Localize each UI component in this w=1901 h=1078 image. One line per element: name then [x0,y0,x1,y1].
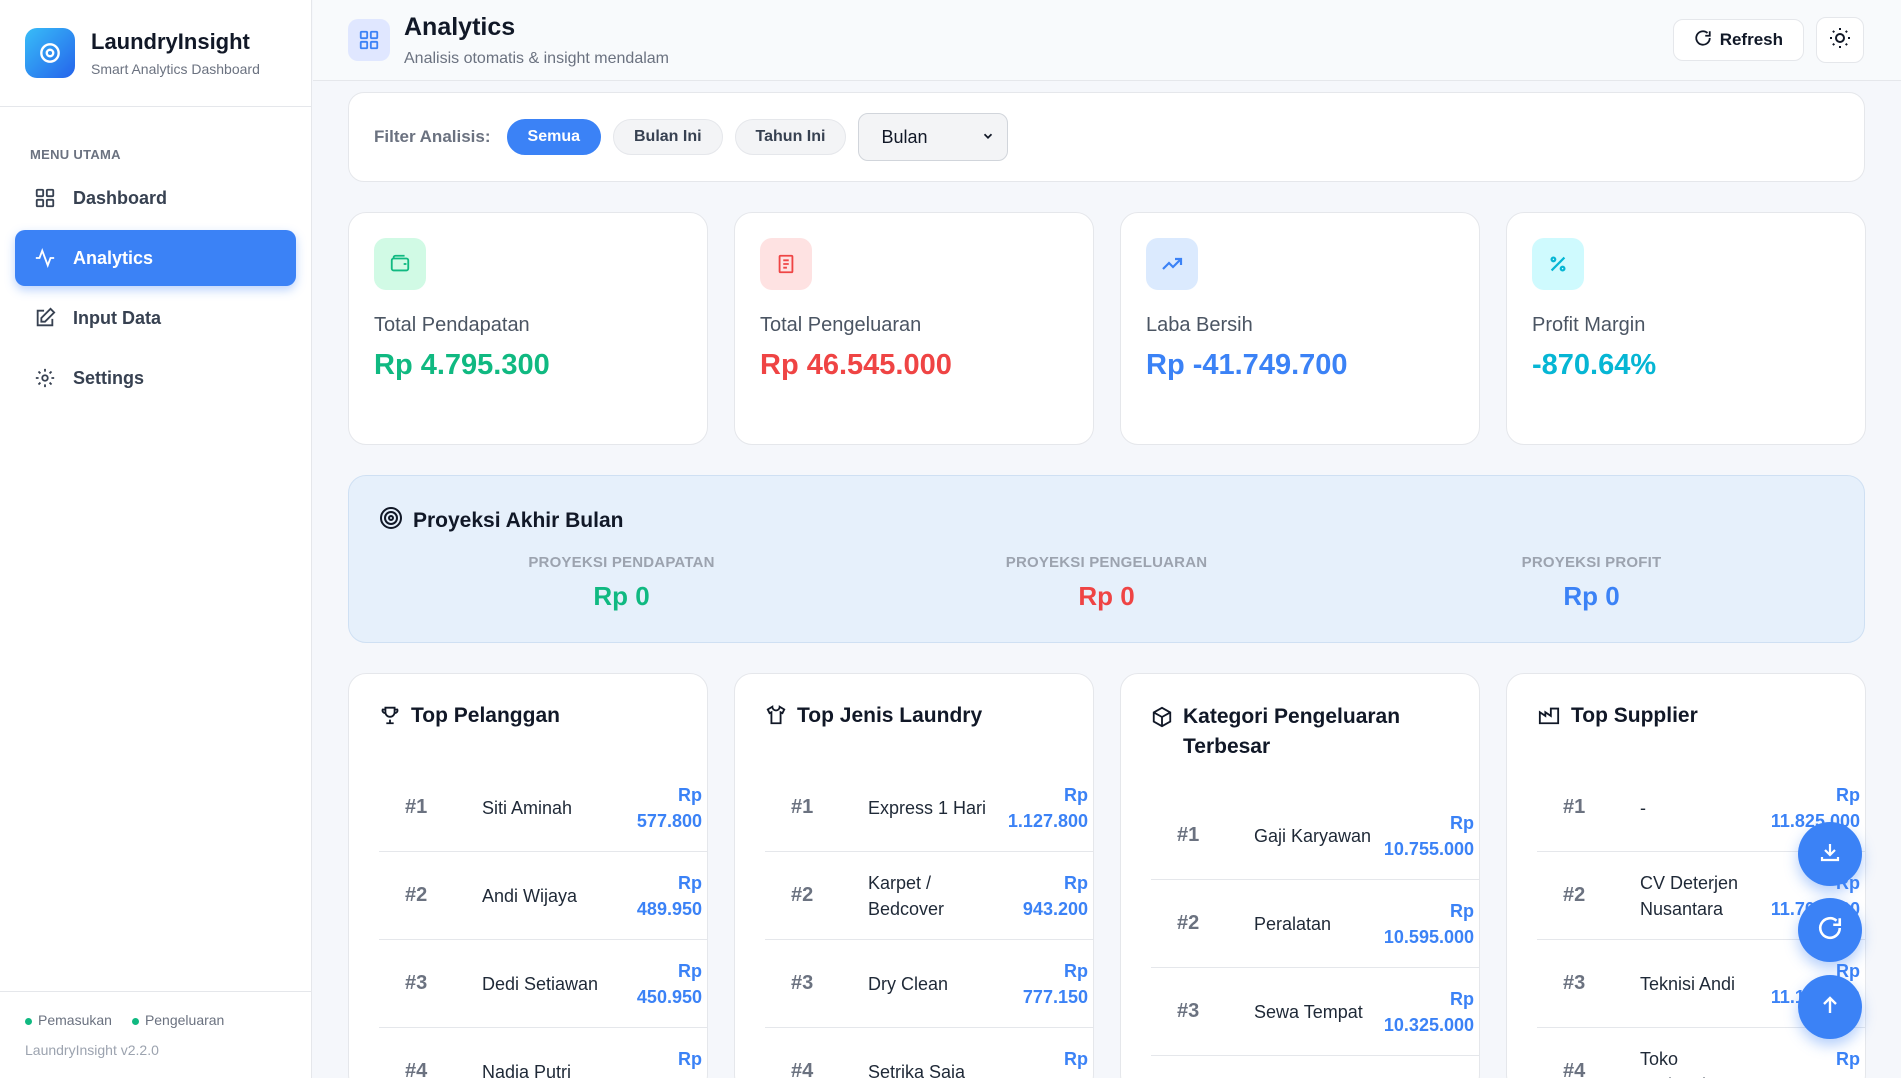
stat-label: Laba Bersih [1146,314,1253,336]
trending-up-icon [1146,238,1198,290]
projection-title: Proyeksi Akhir Bulan [413,509,624,532]
chevron-down-icon [981,127,995,148]
filter-chip-tahun-ini[interactable]: Tahun Ini [734,119,847,155]
list-item: #3 Sewa Tempat Rp 10.325.000 [1151,968,1479,1056]
stat-cards: Total Pendapatan Rp 4.795.300 Total Peng… [348,212,1866,445]
stat-card-pengeluaran: Total Pengeluaran Rp 46.545.000 [734,212,1094,445]
projection-label: PROYEKSI PROFIT [1521,554,1662,571]
sidebar: LaundryInsight Smart Analytics Dashboard… [0,0,312,1078]
stat-card-margin: Profit Margin -870.64% [1506,212,1866,445]
refresh-icon [1817,915,1843,946]
brand-subtitle: Smart Analytics Dashboard [91,61,260,77]
stat-value: Rp -41.749.700 [1146,349,1348,381]
top-pelanggan-card: Top Pelanggan #1 Siti Aminah Rp 577.800 #2… [348,673,708,1078]
list-item: #1 Gaji Karyawan Rp 10.755.000 [1151,792,1479,880]
grid-icon [33,186,57,210]
scroll-top-fab-button[interactable] [1798,975,1862,1039]
legend-item: Pemasukan [25,1012,112,1028]
sidebar-item-input-data[interactable]: Input Data [15,290,296,346]
percent-icon [1532,238,1584,290]
projection-panel: Proyeksi Akhir Bulan PROYEKSI PENDAPATAN… [348,475,1865,643]
sidebar-item-label: Input Data [73,307,161,328]
list-item: #3 Dry Clean Rp 777.150 [765,940,1093,1028]
edit-icon [33,306,57,330]
receipt-icon [760,238,812,290]
gear-icon [33,366,57,390]
download-icon [1818,840,1842,869]
projection-pendapatan: PROYEKSI PENDAPATAN Rp 0 [379,554,864,612]
sidebar-item-label: Dashboard [73,187,168,208]
sidebar-item-analytics[interactable]: Analytics [15,230,296,286]
projection-label: PROYEKSI PENGELUARAN [1005,554,1208,571]
wallet-icon [374,238,426,290]
filter-chip-bulan-ini[interactable]: Bulan Ini [612,119,723,155]
page-title: Analytics [404,12,516,41]
refresh-button[interactable]: Refresh [1672,19,1804,61]
version-label: LaundryInsight v2.2.0 [25,1042,159,1058]
stat-value: -870.64% [1532,349,1657,381]
top-jenis-laundry-card: Top Jenis Laundry #1 Express 1 Hari Rp 1.1… [734,673,1094,1078]
list-item: #2 Peralatan Rp 10.595.000 [1151,880,1479,968]
stat-card-pendapatan: Total Pendapatan Rp 4.795.300 [348,212,708,445]
legend: Pemasukan Pengeluaran [25,1012,312,1028]
legend-item: Pengeluaran [131,1012,224,1028]
brand: LaundryInsight Smart Analytics Dashboard [0,0,311,107]
projection-value: Rp 0 [1563,581,1620,611]
projection-pengeluaran: PROYEKSI PENGELUARAN Rp 0 [864,554,1349,612]
stat-value: Rp 46.545.000 [760,349,952,381]
list-item: #2 Andi Wijaya Rp 489.950 [379,852,707,940]
stat-label: Total Pendapatan [374,314,530,336]
sidebar-item-settings[interactable]: Settings [15,350,296,406]
sun-icon [1828,26,1852,55]
theme-toggle-button[interactable] [1816,17,1864,63]
stat-label: Profit Margin [1532,314,1646,336]
target-icon [379,506,403,536]
filter-label: Filter Analisis: [374,127,491,146]
projection-value: Rp 0 [1078,581,1135,611]
card-title: Top Jenis Laundry [797,704,983,727]
projection-label: PROYEKSI PENDAPATAN [528,554,715,571]
sidebar-item-label: Analytics [73,247,154,268]
sidebar-item-label: Settings [73,367,145,388]
refresh-icon [1694,29,1712,52]
brand-logo-icon [25,28,75,78]
grid-icon [348,19,390,61]
factory-icon [1537,704,1561,732]
list-item: #4Nadia PutriRp 433.500 [379,1028,707,1078]
stat-label: Total Pengeluaran [760,314,922,336]
stat-value: Rp 4.795.300 [374,349,550,381]
list-item: #3 Dedi Setiawan Rp 450.950 [379,940,707,1028]
projection-value: Rp 0 [593,581,650,611]
ranking-cards: Top Pelanggan #1 Siti Aminah Rp 577.800 #2… [348,673,1866,1078]
list-item: #4Setrika SajaRp 766.650 [765,1028,1093,1078]
shirt-icon [765,704,787,732]
activity-icon [33,246,57,270]
arrow-up-icon [1818,993,1842,1022]
card-title: Top Pelanggan [411,704,560,727]
filter-chip-semua[interactable]: Semua [506,119,601,155]
sidebar-item-dashboard[interactable]: Dashboard [15,170,296,226]
refresh-label: Refresh [1719,30,1783,49]
menu-section-label: MENU UTAMA [30,147,121,162]
trophy-icon [379,704,401,732]
sidebar-footer: Pemasukan Pengeluaran LaundryInsight v2.… [0,991,312,1078]
kategori-pengeluaran-card: Kategori Pengeluaran Terbesar #1 Gaji Kar… [1120,673,1480,1078]
card-title: Top Supplier [1571,704,1698,727]
box-icon [1151,702,1173,737]
list-item: #2 Karpet / Bedcover Rp 943.200 [765,852,1093,940]
export-fab-button[interactable] [1798,822,1862,886]
projection-profit: PROYEKSI PROFIT Rp 0 [1349,554,1834,612]
list-item: #1 Express 1 Hari Rp 1.127.800 [765,764,1093,852]
card-title: Kategori Pengeluaran Terbesar [1183,705,1401,758]
page-header: Analytics Analisis otomatis & insight me… [313,0,1901,81]
stat-card-laba: Laba Bersih Rp -41.749.700 [1120,212,1480,445]
reload-fab-button[interactable] [1798,898,1862,962]
filter-bar: Filter Analisis: Semua Bulan Ini Tahun I… [348,92,1865,182]
brand-name: LaundryInsight [91,29,250,54]
page-subtitle: Analisis otomatis & insight mendalam [404,49,670,67]
list-item: #1 Siti Aminah Rp 577.800 [379,764,707,852]
sidebar-menu: Dashboard Analytics Input Data Settings [0,170,311,406]
period-select[interactable]: Bulan [858,113,1009,161]
period-select-value: Bulan [881,126,928,147]
